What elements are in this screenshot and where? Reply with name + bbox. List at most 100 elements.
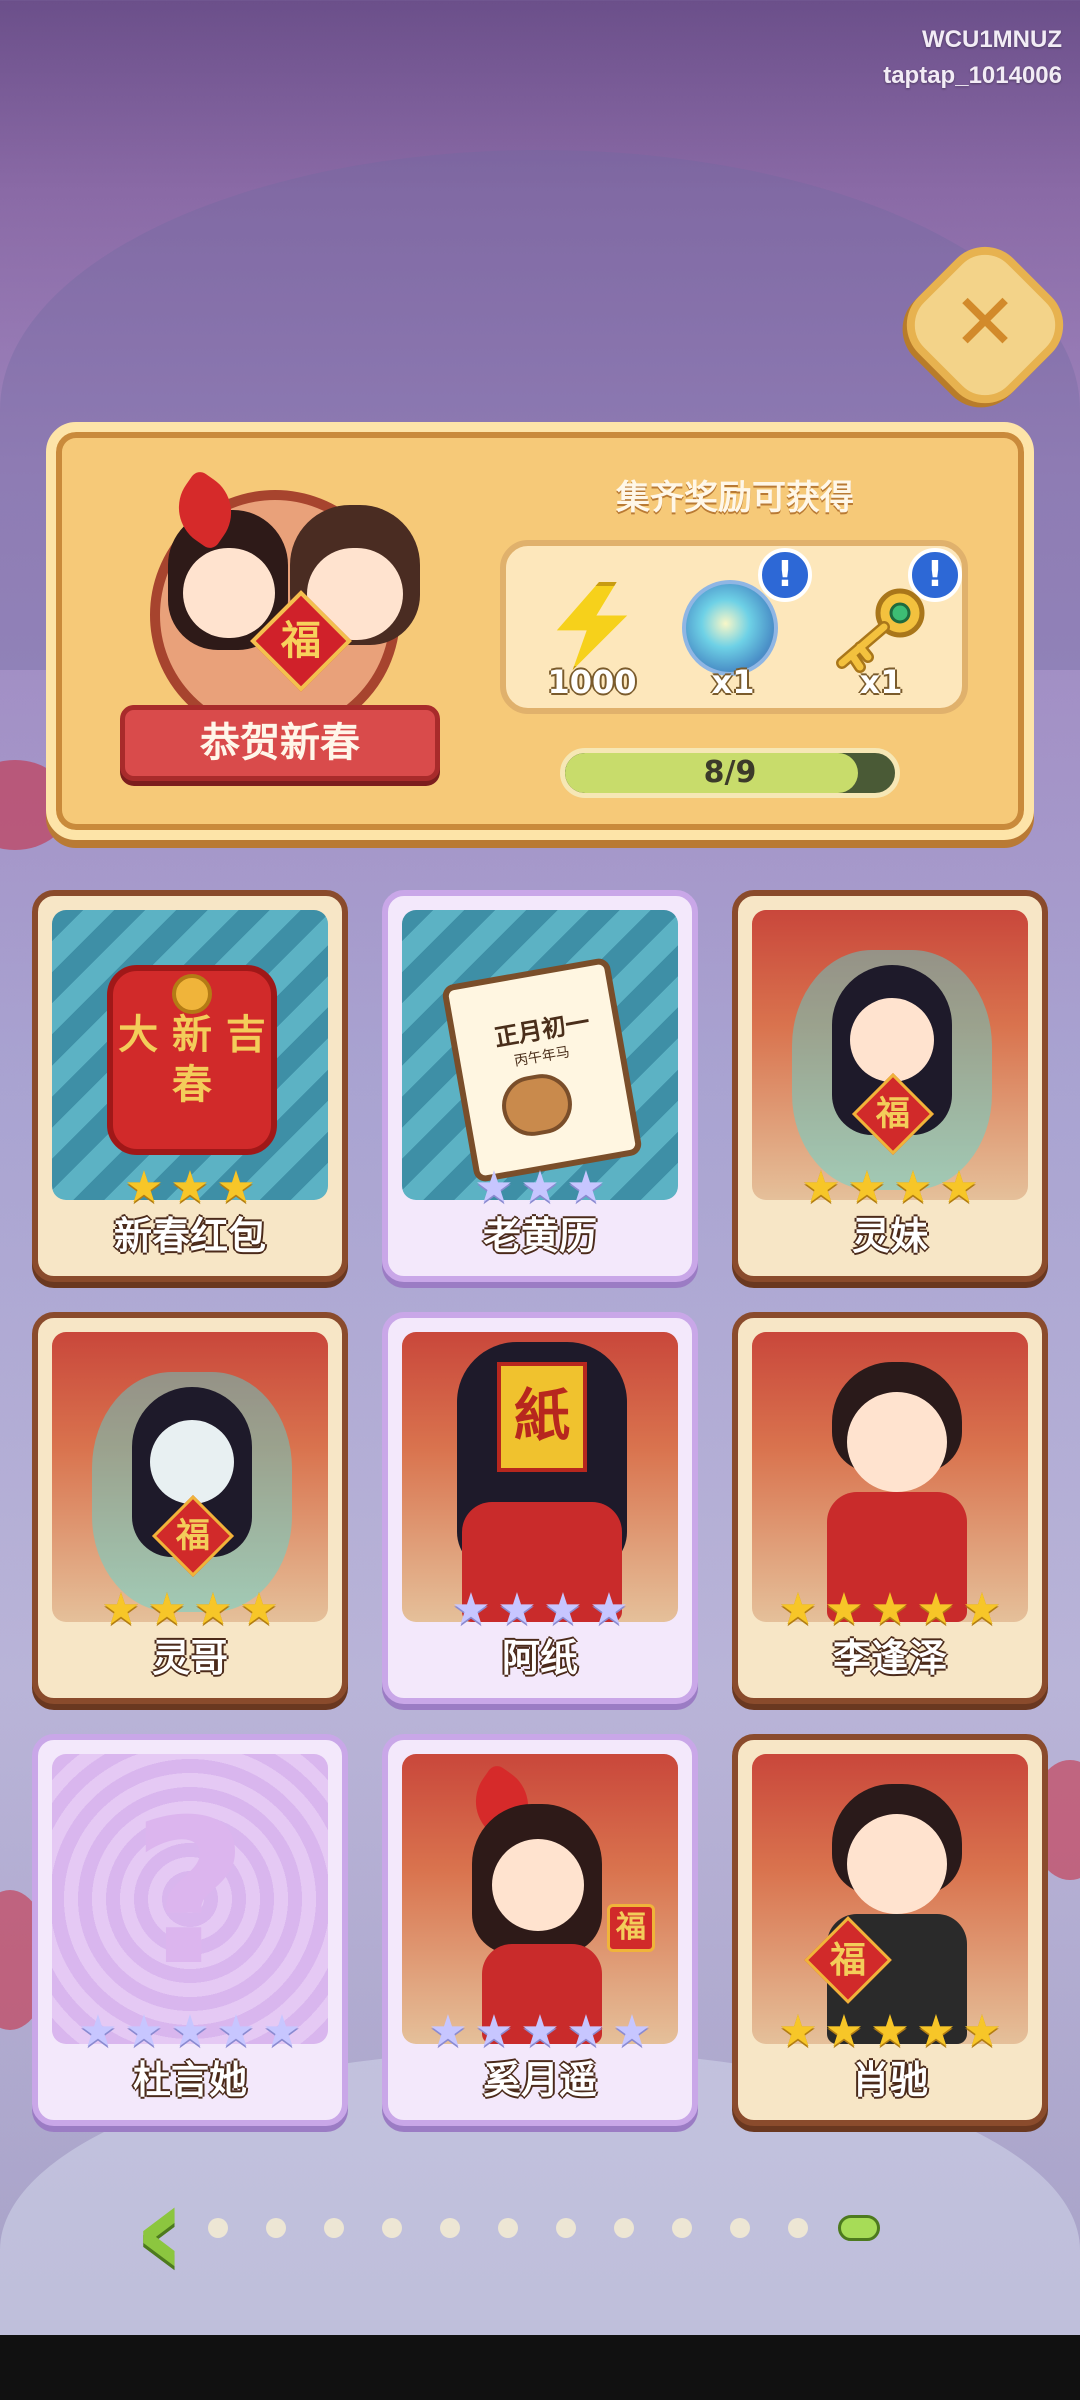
star-icon: ★ — [847, 1162, 887, 1213]
star-icon: ★ — [520, 2006, 560, 2057]
card-name: 老黄历 — [482, 1214, 597, 1258]
page-dot[interactable] — [498, 2218, 518, 2238]
star-icon: ★ — [474, 2006, 514, 2057]
reward-heading: 集齐奖励可获得 — [616, 478, 854, 518]
page-dot[interactable] — [672, 2218, 692, 2238]
fu-sign-text: 福 — [829, 1940, 866, 1981]
collection-card[interactable]: 福 ★ ★ ★ ★ ★ 奚月遥 — [382, 1734, 698, 2126]
info-badge-icon[interactable]: ! — [758, 548, 812, 602]
card-artwork: 福 — [752, 910, 1028, 1200]
star-icon: ★ — [962, 1584, 1002, 1635]
star-icon: ★ — [778, 1584, 818, 1635]
page-dot[interactable] — [266, 2218, 286, 2238]
star-icon: ★ — [239, 1584, 279, 1635]
card-artwork — [752, 1332, 1028, 1622]
star-icon: ★ — [870, 1584, 910, 1635]
star-icon: ★ — [170, 2006, 210, 2057]
character-face — [847, 1814, 947, 1914]
collection-card[interactable]: 福 ★ ★ ★ ★ 灵哥 — [32, 1312, 348, 1704]
star-icon: ★ — [216, 2006, 256, 2057]
star-icon: ★ — [474, 1162, 514, 1213]
info-badge-icon[interactable]: ! — [908, 548, 962, 602]
star-icon: ★ — [124, 1162, 164, 1213]
page-dot[interactable] — [208, 2218, 228, 2238]
page-dot[interactable] — [614, 2218, 634, 2238]
card-name: 奚月遥 — [482, 2058, 597, 2102]
card-name: 肖驰 — [851, 2058, 928, 2102]
card-artwork: 福 — [402, 1754, 678, 2044]
watermark-code: WCU1MNUZ — [922, 26, 1062, 53]
calendar-icon — [440, 956, 644, 1184]
star-icon: ★ — [824, 2006, 864, 2057]
star-icon: ★ — [497, 1584, 537, 1635]
fu-sign-text: 福 — [876, 1094, 910, 1134]
card-artwork: 紙 — [402, 1332, 678, 1622]
card-name: 灵妹 — [851, 1214, 928, 1258]
star-icon: ★ — [612, 2006, 652, 2057]
envelope-text: 大 新 吉 春 — [118, 1012, 266, 1108]
collection-card[interactable]: ? ★ ★ ★ ★ ★ 杜言她 — [32, 1734, 348, 2126]
page-dot[interactable] — [788, 2218, 808, 2238]
star-icon: ★ — [262, 2006, 302, 2057]
card-artwork: 正月初一 丙午年马 — [402, 910, 678, 1200]
card-artwork: ? — [52, 1754, 328, 2044]
page-dot[interactable] — [556, 2218, 576, 2238]
card-artwork: 大 新 吉 春 — [52, 910, 328, 1200]
reward-count: x1 — [711, 663, 755, 701]
progress-text: 8/9 — [703, 755, 757, 790]
card-name: 杜言她 — [132, 2058, 247, 2102]
star-icon: ★ — [543, 1584, 583, 1635]
page-dot[interactable] — [382, 2218, 402, 2238]
star-icon: ★ — [801, 1162, 841, 1213]
page-dot-active[interactable] — [838, 2215, 880, 2241]
fu-sign-text: 福 — [281, 618, 321, 664]
fu-sign-text: 福 — [616, 1910, 646, 1945]
star-icon: ★ — [916, 2006, 956, 2057]
character-face — [492, 1839, 584, 1931]
card-name: 新春红包 — [113, 1214, 266, 1258]
star-icon: ★ — [566, 2006, 606, 2057]
character-face — [847, 1392, 947, 1492]
card-artwork: 福 — [52, 1332, 328, 1622]
star-icon: ★ — [428, 2006, 468, 2057]
coin-icon — [172, 974, 212, 1014]
star-icon: ★ — [893, 1162, 933, 1213]
star-icon: ★ — [824, 1584, 864, 1635]
collection-card[interactable]: ★ ★ ★ ★ ★ 李逢泽 — [732, 1312, 1048, 1704]
star-icon: ★ — [916, 1584, 956, 1635]
locked-question-icon: ? — [131, 1777, 248, 2010]
fu-sign-text: 福 — [176, 1516, 210, 1556]
system-navigation-bar — [0, 2335, 1080, 2400]
star-icon: ★ — [939, 1162, 979, 1213]
star-icon: ★ — [778, 2006, 818, 2057]
card-name: 李逢泽 — [832, 1636, 947, 1680]
reward-count: x1 — [859, 663, 903, 701]
star-icon: ★ — [124, 2006, 164, 2057]
reward-count: 1000 — [547, 663, 637, 701]
collection-card[interactable]: 紙 ★ ★ ★ ★ 阿纸 — [382, 1312, 698, 1704]
card-name: 阿纸 — [501, 1636, 578, 1680]
watermark-user: taptap_1014006 — [883, 62, 1062, 89]
star-icon: ★ — [870, 2006, 910, 2057]
user-watermark: WCU1MNUZ taptap_1014006 — [883, 22, 1062, 94]
previous-page-arrow-icon[interactable]: ‹ — [120, 2165, 200, 2295]
page-dot[interactable] — [440, 2218, 460, 2238]
star-icon: ★ — [78, 2006, 118, 2057]
star-icon: ★ — [962, 2006, 1002, 2057]
collection-card[interactable]: 大 新 吉 春 ★ ★ ★ 新春红包 — [32, 890, 348, 1282]
page-dot[interactable] — [324, 2218, 344, 2238]
star-icon: ★ — [147, 1584, 187, 1635]
star-icon: ★ — [451, 1584, 491, 1635]
collection-card[interactable]: 正月初一 丙午年马 ★ ★ ★ 老黄历 — [382, 890, 698, 1282]
star-icon: ★ — [520, 1162, 560, 1213]
star-icon: ★ — [589, 1584, 629, 1635]
paper-talisman-text: 紙 — [514, 1384, 570, 1449]
card-artwork: 福 — [752, 1754, 1028, 2044]
character-face — [850, 998, 934, 1082]
page-dot[interactable] — [730, 2218, 750, 2238]
card-name: 灵哥 — [151, 1636, 228, 1680]
close-x-icon[interactable]: ✕ — [942, 280, 1028, 366]
collection-card[interactable]: 福 ★ ★ ★ ★ 灵妹 — [732, 890, 1048, 1282]
collection-card[interactable]: 福 ★ ★ ★ ★ ★ 肖驰 — [732, 1734, 1048, 2126]
character-face — [150, 1420, 234, 1504]
